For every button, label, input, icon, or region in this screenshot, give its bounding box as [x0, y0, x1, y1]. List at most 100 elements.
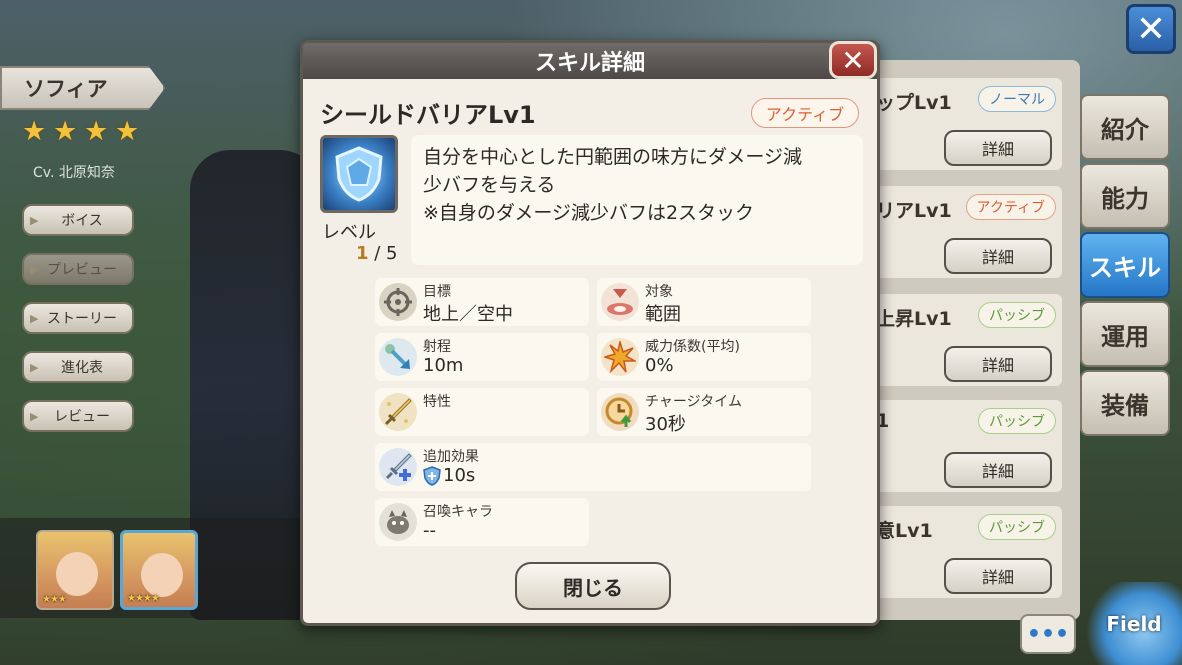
- shield-barrier-icon: [320, 135, 398, 213]
- evolution-chart-button[interactable]: ▶ 進化表: [22, 351, 134, 383]
- face-image: [141, 553, 183, 597]
- stat-value-row: 10s: [423, 465, 475, 486]
- stat-trait: 特性: [375, 388, 589, 436]
- character-name: ソフィア: [24, 77, 108, 101]
- skill-type-badge: パッシブ: [978, 408, 1056, 434]
- portrait-4star[interactable]: ★★★★: [120, 530, 198, 610]
- description-line: 少バフを与える: [423, 174, 556, 196]
- portrait-3star[interactable]: ★★★: [36, 530, 114, 610]
- stat-power: 威力係数(平均) 0%: [597, 333, 811, 381]
- play-triangle-icon: ▶: [30, 361, 39, 374]
- skill-type-badge: パッシブ: [978, 514, 1056, 540]
- tab-intro[interactable]: 紹介: [1080, 94, 1170, 160]
- tab-ability[interactable]: 能力: [1080, 163, 1170, 229]
- skill-list-item: リアLv1 アクティブ 詳細: [876, 186, 1062, 278]
- crosshair-icon: [379, 283, 417, 321]
- detail-button[interactable]: 詳細: [944, 346, 1052, 382]
- skill-type-badge: アクティブ: [751, 98, 859, 128]
- close-icon: ✕: [1135, 8, 1167, 50]
- face-image: [56, 552, 98, 596]
- level-value: 1 / 5: [356, 243, 398, 264]
- stat-range: 射程 10m: [375, 333, 589, 381]
- skill-description: 自分を中心とした円範囲の味方にダメージ減 少バフを与える ※自身のダメージ減少バ…: [411, 135, 863, 265]
- skill-list-title: ップLv1: [876, 92, 952, 114]
- skill-list-title: 上昇Lv1: [876, 308, 952, 330]
- detail-button[interactable]: 詳細: [944, 130, 1052, 166]
- stat-summon: 召喚キャラ --: [375, 498, 589, 546]
- skill-list-title: リアLv1: [876, 200, 952, 222]
- stat-key: 威力係数(平均): [645, 339, 740, 355]
- sword-plus-icon: [379, 448, 417, 486]
- rarity-stars: ★ ★ ★ ★: [22, 118, 142, 145]
- play-triangle-icon: ▶: [30, 410, 39, 423]
- description-line: 自分を中心とした円範囲の味方にダメージ減: [423, 146, 803, 168]
- evolution-portraits: ★★★ ★★★★: [0, 518, 300, 618]
- skill-list-title: 意Lv1: [876, 520, 933, 542]
- stat-key: 射程: [423, 339, 451, 355]
- field-button[interactable]: Field: [1086, 582, 1182, 665]
- skill-type-badge: アクティブ: [965, 194, 1056, 220]
- review-button[interactable]: ▶ レビュー: [22, 400, 134, 432]
- skill-detail-modal: スキル詳細 ✕ シールドバリアLv1 アクティブ レベル 1 / 5 自分を中心…: [300, 40, 880, 626]
- play-triangle-icon: ▶: [30, 263, 39, 276]
- stat-value: 10m: [423, 355, 464, 376]
- skill-name: シールドバリアLv1: [320, 101, 536, 129]
- stat-value: 30秒: [645, 414, 686, 435]
- tab-usage[interactable]: 運用: [1080, 301, 1170, 367]
- level-max: / 5: [368, 243, 398, 264]
- portrait-stars: ★★★: [42, 594, 67, 605]
- level-label: レベル: [322, 222, 376, 243]
- detail-button[interactable]: 詳細: [944, 452, 1052, 488]
- stat-key: 追加効果: [423, 449, 479, 465]
- skill-list-item: 意Lv1 パッシブ 詳細: [876, 506, 1062, 598]
- screen-close-button[interactable]: ✕: [1126, 4, 1176, 54]
- sword-icon: [379, 393, 417, 431]
- skill-list-item: 1 パッシブ 詳細: [876, 400, 1062, 492]
- shield-buff-icon: [423, 465, 441, 486]
- stat-value: --: [423, 520, 436, 541]
- detail-button[interactable]: 詳細: [944, 238, 1052, 274]
- chat-button[interactable]: •••: [1020, 614, 1076, 654]
- stat-key: 目標: [423, 284, 451, 300]
- character-name-plate: ソフィア: [0, 66, 165, 110]
- range-arrow-icon: [379, 338, 417, 376]
- modal-title: スキル詳細: [303, 43, 877, 79]
- area-target-icon: [601, 283, 639, 321]
- star-icon: ★: [22, 116, 47, 147]
- play-triangle-icon: ▶: [30, 214, 39, 227]
- stat-target: 目標 地上／空中: [375, 278, 589, 326]
- tab-skill[interactable]: スキル: [1080, 232, 1170, 298]
- voice-actor: Cv. 北原知奈: [33, 165, 115, 181]
- star-icon: ★: [53, 116, 78, 147]
- preview-button[interactable]: ▶ プレビュー: [22, 253, 134, 285]
- stat-value: 地上／空中: [423, 304, 513, 325]
- skill-list-item: 上昇Lv1 パッシブ 詳細: [876, 294, 1062, 386]
- voice-button[interactable]: ▶ ボイス: [22, 204, 134, 236]
- clock-icon: [601, 393, 639, 431]
- portrait-stars: ★★★★: [127, 593, 160, 604]
- stat-charge-time: チャージタイム 30秒: [597, 388, 811, 436]
- description-line: ※自身のダメージ減少バフは2スタック: [423, 202, 755, 224]
- modal-close-button[interactable]: ✕: [829, 41, 877, 79]
- play-triangle-icon: ▶: [30, 312, 39, 325]
- skill-type-badge: ノーマル: [978, 86, 1056, 112]
- stat-key: 特性: [423, 394, 451, 410]
- stat-key: 召喚キャラ: [423, 504, 493, 520]
- star-icon: ★: [84, 116, 109, 147]
- stat-extra-effect: 追加効果 10s: [375, 443, 811, 491]
- stat-value: 0%: [645, 355, 674, 376]
- detail-button[interactable]: 詳細: [944, 558, 1052, 594]
- star-icon: ★: [115, 116, 140, 147]
- stat-value: 10s: [443, 465, 476, 486]
- stat-key: チャージタイム: [645, 394, 743, 410]
- stat-value: 範囲: [645, 304, 681, 325]
- tab-equipment[interactable]: 装備: [1080, 370, 1170, 436]
- story-button[interactable]: ▶ ストーリー: [22, 302, 134, 334]
- stat-key: 対象: [645, 284, 673, 300]
- skill-type-badge: パッシブ: [978, 302, 1056, 328]
- close-icon: ✕: [841, 43, 865, 77]
- close-button[interactable]: 閉じる: [515, 562, 671, 610]
- stat-scope: 対象 範囲: [597, 278, 811, 326]
- summon-creature-icon: [379, 503, 417, 541]
- level-current: 1: [356, 243, 369, 264]
